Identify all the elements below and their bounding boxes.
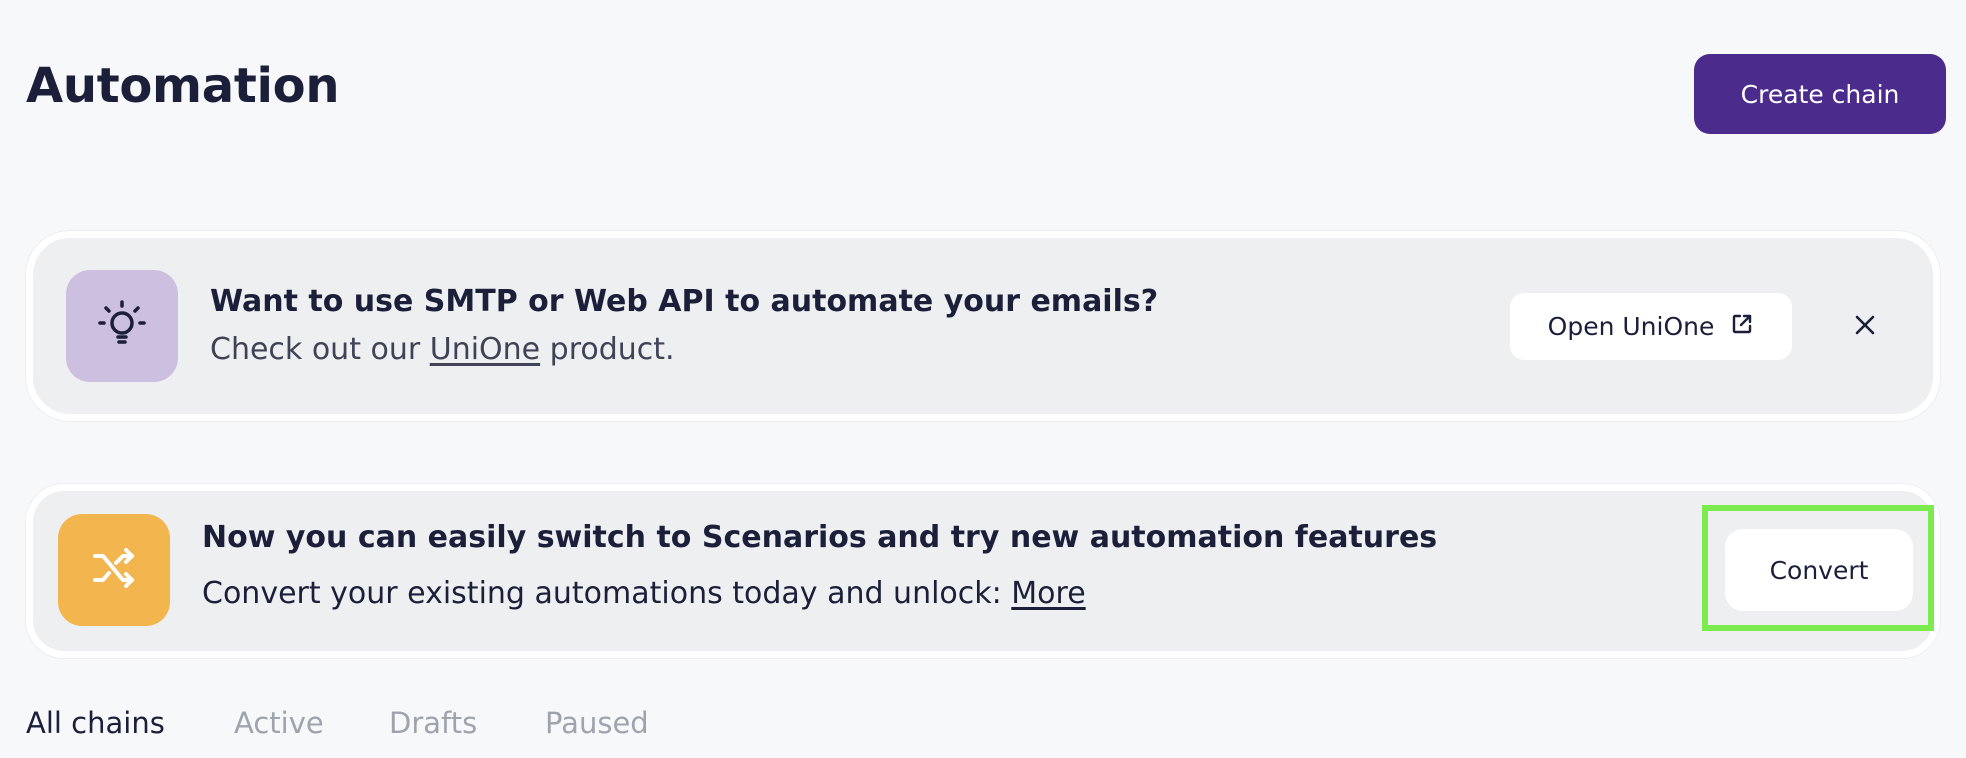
create-chain-button[interactable]: Create chain [1694, 54, 1946, 134]
unione-banner-text: Check out our UniOne product. [210, 332, 675, 368]
external-link-icon [1730, 312, 1754, 342]
tab-drafts[interactable]: Drafts [389, 706, 477, 741]
close-banner-button[interactable] [1844, 306, 1886, 348]
unione-banner-title: Want to use SMTP or Web API to automate … [210, 284, 1159, 319]
unione-text-after: product. [540, 332, 675, 367]
scenarios-banner [26, 484, 1940, 658]
scenarios-banner-text: Convert your existing automations today … [202, 576, 1086, 612]
shuffle-icon [89, 543, 139, 597]
page-title: Automation [26, 58, 340, 114]
close-icon [1853, 313, 1877, 341]
open-unione-label: Open UniOne [1547, 312, 1715, 341]
lightbulb-icon-tile [66, 270, 178, 382]
automation-page: Automation Create chain Want to use SMTP… [0, 0, 1966, 758]
lightbulb-icon [92, 294, 152, 358]
open-unione-button[interactable]: Open UniOne [1510, 293, 1792, 360]
more-link[interactable]: More [1011, 576, 1085, 611]
unione-text-before: Check out our [210, 332, 430, 367]
tab-all-chains[interactable]: All chains [26, 706, 165, 741]
shuffle-icon-tile [58, 514, 170, 626]
scenarios-text-before: Convert your existing automations today … [202, 576, 1012, 611]
scenarios-banner-title: Now you can easily switch to Scenarios a… [202, 520, 1438, 555]
tab-active[interactable]: Active [234, 706, 324, 741]
tab-paused[interactable]: Paused [545, 706, 649, 741]
convert-button[interactable]: Convert [1725, 529, 1913, 611]
unione-link[interactable]: UniOne [430, 332, 540, 367]
